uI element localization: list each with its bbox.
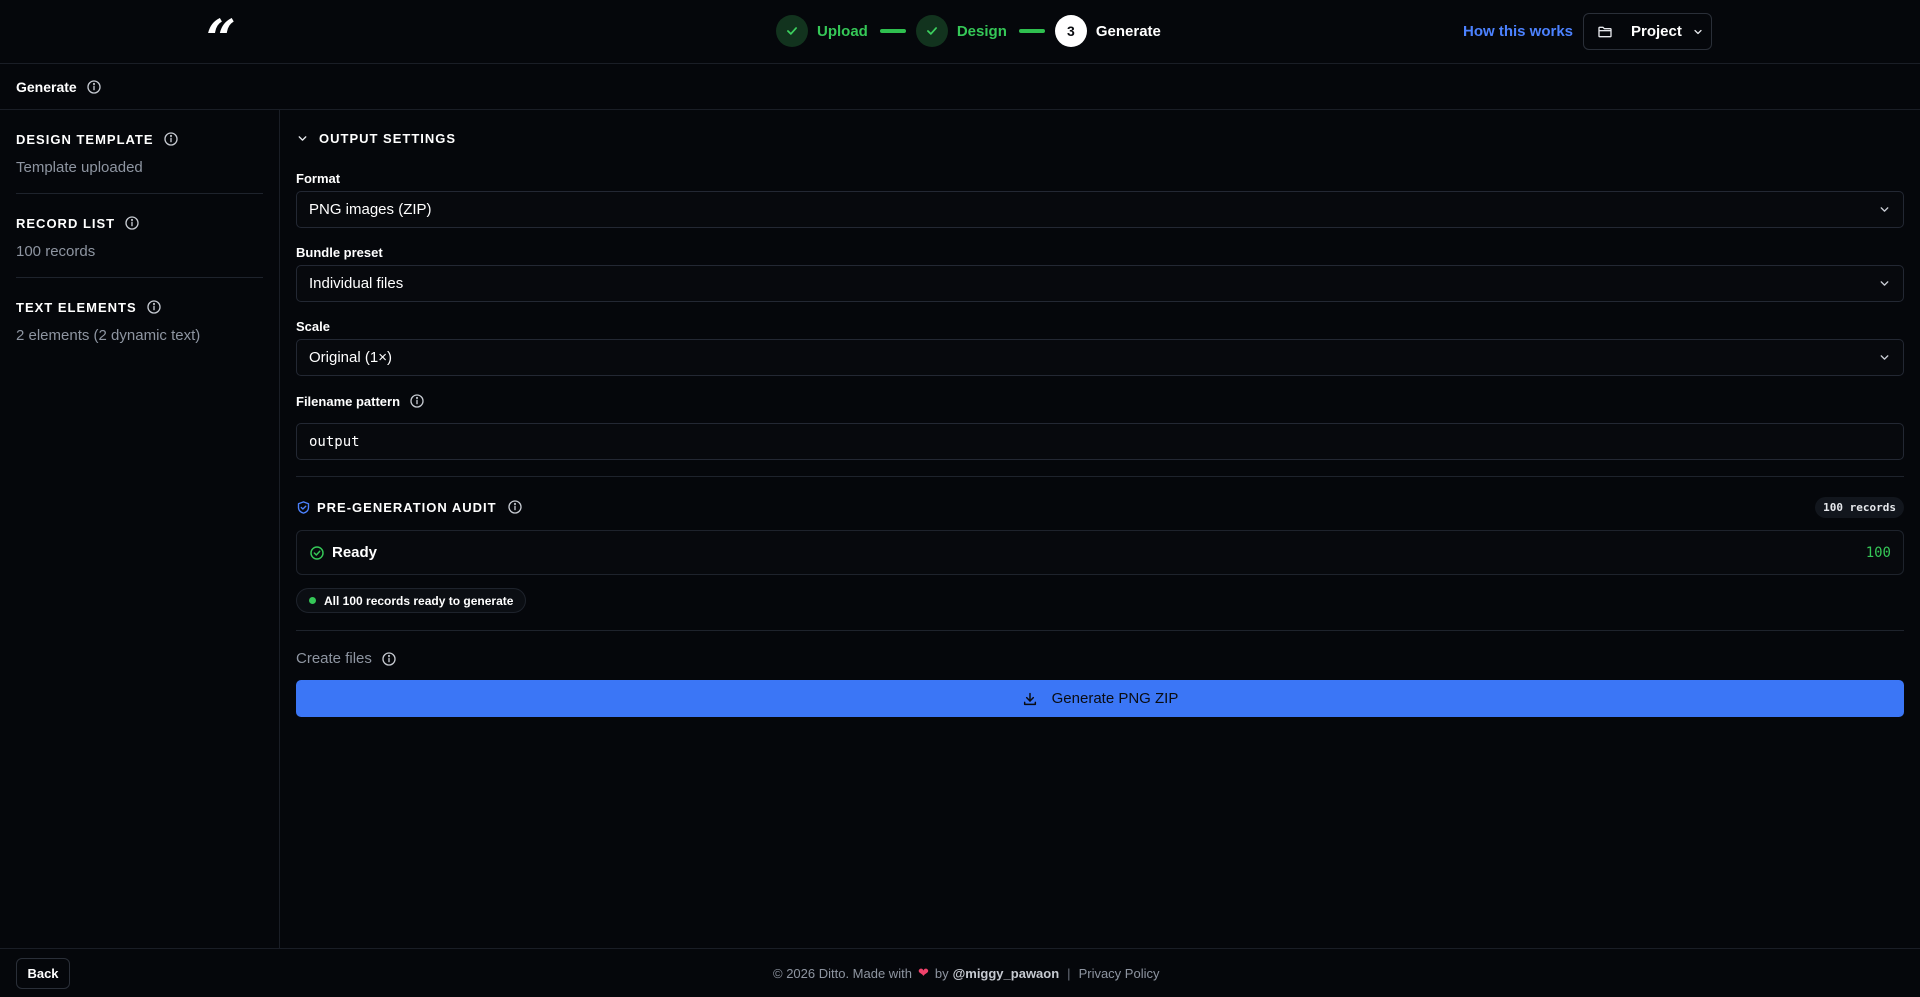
sidebar-item-subtitle: 2 elements (2 dynamic text) <box>16 327 201 344</box>
status-badge: All 100 records ready to generate <box>296 588 527 613</box>
step-label: Upload <box>817 22 868 40</box>
sidebar: DESIGN TEMPLATE Template uploaded RECORD… <box>0 110 280 948</box>
divider <box>296 630 1904 631</box>
scale-select[interactable]: Original (1×) <box>296 339 1904 376</box>
check-icon <box>915 15 948 47</box>
step-label: Design <box>956 22 1007 40</box>
create-files-label-row: Create files <box>296 650 1904 667</box>
sidebar-item-subtitle: Template uploaded <box>16 159 143 176</box>
progress-stepper: Upload Design 3 Generate <box>776 15 1161 47</box>
author-link[interactable]: @miggy_pawaon <box>953 966 1060 981</box>
sidebar-item-design-template: DESIGN TEMPLATE Template uploaded <box>16 110 263 194</box>
footer-separator: | <box>1067 965 1071 981</box>
copyright-text: © 2026 Ditto. Made with <box>773 965 912 981</box>
top-bar: “ Upload Design 3 Generate How this work… <box>0 0 1920 66</box>
ready-label: Ready <box>332 544 378 561</box>
format-value: PNG images (ZIP) <box>309 201 432 218</box>
step-design[interactable]: Design <box>915 15 1007 47</box>
chevron-down-icon <box>1692 26 1704 38</box>
info-icon[interactable] <box>163 131 179 147</box>
info-icon[interactable] <box>146 299 162 315</box>
filename-pattern-input[interactable]: output <box>296 423 1904 460</box>
check-circle-icon <box>309 545 325 561</box>
step-connector <box>1018 29 1045 33</box>
heart-icon: ❤ <box>917 965 929 980</box>
format-label: Format <box>296 171 341 186</box>
generate-button-label: Generate PNG ZIP <box>1051 690 1179 707</box>
audit-ready-row: Ready 100 <box>296 530 1904 575</box>
step-number: 3 <box>1054 15 1087 47</box>
generate-png-zip-button[interactable]: Generate PNG ZIP <box>296 680 1904 717</box>
sidebar-item-title: RECORD LIST <box>16 215 116 231</box>
sidebar-item-subtitle: 100 records <box>16 243 96 260</box>
bundle-preset-label: Bundle preset <box>296 245 383 260</box>
info-icon[interactable] <box>124 215 140 231</box>
how-this-works-link[interactable]: How this works <box>1463 23 1573 40</box>
output-settings-toggle[interactable]: OUTPUT SETTINGS <box>296 126 1904 150</box>
main-panel: OUTPUT SETTINGS Format PNG images (ZIP) … <box>296 110 1904 717</box>
shield-check-icon <box>296 500 311 515</box>
page-header: Generate <box>0 65 1920 110</box>
sidebar-item-text-elements: TEXT ELEMENTS 2 elements (2 dynamic text… <box>16 278 263 361</box>
page-title: Generate <box>16 79 77 95</box>
audit-title: PRE-GENERATION AUDIT <box>317 499 497 515</box>
chevron-down-icon <box>1878 351 1891 364</box>
project-menu-button[interactable]: Project <box>1583 13 1712 50</box>
bundle-preset-value: Individual files <box>309 275 404 292</box>
bundle-preset-select[interactable]: Individual files <box>296 265 1904 302</box>
info-icon[interactable] <box>507 499 523 515</box>
sidebar-item-title: TEXT ELEMENTS <box>16 299 137 315</box>
sidebar-item-title: DESIGN TEMPLATE <box>16 131 154 147</box>
check-icon <box>776 15 808 47</box>
ready-count: 100 <box>1865 544 1891 561</box>
info-icon[interactable] <box>409 393 425 409</box>
filename-pattern-label-row: Filename pattern <box>296 393 1904 409</box>
footer-credits: © 2026 Ditto. Made with ❤ by @miggy_pawa… <box>773 965 1159 981</box>
download-icon <box>1022 691 1038 707</box>
create-files-label: Create files <box>296 650 372 667</box>
chevron-down-icon <box>296 132 309 145</box>
status-text: All 100 records ready to generate <box>324 593 514 608</box>
step-label: Generate <box>1095 22 1161 40</box>
format-select[interactable]: PNG images (ZIP) <box>296 191 1904 228</box>
step-upload[interactable]: Upload <box>776 15 868 47</box>
scale-label: Scale <box>296 319 330 334</box>
folder-icon <box>1597 24 1613 40</box>
info-icon[interactable] <box>86 79 102 95</box>
scale-value: Original (1×) <box>309 349 392 366</box>
step-generate[interactable]: 3 Generate <box>1054 15 1161 47</box>
step-connector <box>879 29 906 33</box>
app-logo[interactable]: “ <box>206 14 236 66</box>
back-button[interactable]: Back <box>16 958 70 989</box>
status-dot-icon <box>309 597 316 604</box>
privacy-policy-link[interactable]: Privacy Policy <box>1079 966 1160 981</box>
info-icon[interactable] <box>381 651 397 667</box>
audit-header: PRE-GENERATION AUDIT 100 records <box>296 496 1904 518</box>
records-count-badge: 100 records <box>1815 496 1904 518</box>
filename-pattern-label: Filename pattern <box>296 393 401 409</box>
footer-by: by <box>934 965 949 981</box>
divider <box>296 476 1904 477</box>
chevron-down-icon <box>1878 203 1891 216</box>
section-title: OUTPUT SETTINGS <box>319 130 457 146</box>
project-label: Project <box>1631 23 1682 40</box>
chevron-down-icon <box>1878 277 1891 290</box>
footer: Back © 2026 Ditto. Made with ❤ by @miggy… <box>0 948 1920 997</box>
sidebar-item-record-list: RECORD LIST 100 records <box>16 194 263 278</box>
